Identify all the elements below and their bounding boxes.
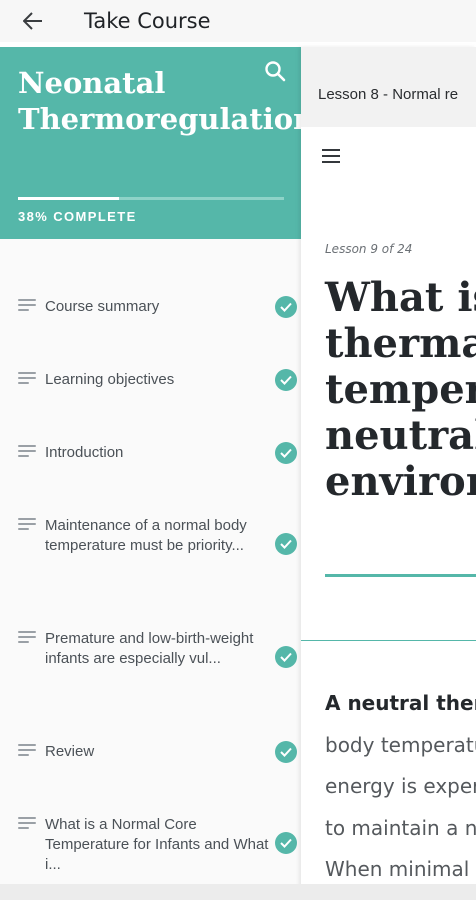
back-arrow-icon[interactable] — [22, 10, 44, 32]
progress-bar-fill — [18, 197, 120, 200]
body-line: to maintain a n — [325, 808, 476, 850]
lesson-counter: Lesson 9 of 24 — [325, 242, 413, 256]
search-icon[interactable] — [264, 60, 286, 82]
lesson-lines-icon — [18, 817, 36, 831]
body-line: body temperatu — [325, 725, 476, 767]
lesson-label: Introduction — [45, 444, 124, 461]
body-text-span: energy is exper — [325, 774, 476, 798]
lesson-heading: What isthermatemperneutralenviron — [325, 275, 476, 505]
page-title: Take Course — [84, 9, 211, 33]
body-text-span: When minimal — [325, 857, 470, 881]
lesson-lines-icon — [18, 299, 36, 313]
body-text-span: body temperatu — [325, 732, 476, 757]
check-circle-icon — [275, 741, 297, 763]
app-bar: Take Course — [0, 0, 476, 42]
hamburger-icon[interactable] — [322, 149, 340, 163]
section-divider — [301, 640, 476, 641]
lesson-lines-icon — [18, 518, 36, 532]
lesson-label: What is a Normal Core Temperature for In… — [45, 816, 269, 873]
heading-line: environ — [325, 458, 476, 505]
course-header: Neonatal Thermoregulation 38% COMPLETE — [0, 47, 301, 239]
lesson-label: Course summary — [45, 298, 160, 315]
bottom-edge — [0, 884, 476, 900]
progress-label: 38% COMPLETE — [18, 209, 137, 224]
lesson-lines-icon — [18, 372, 36, 386]
heading-underline — [325, 574, 476, 577]
check-circle-icon — [275, 442, 297, 464]
check-circle-icon — [275, 832, 297, 854]
heading-line: neutral — [325, 412, 476, 459]
check-circle-icon — [275, 533, 297, 555]
lesson-lines-icon — [18, 631, 36, 645]
previous-lesson-bar[interactable]: Lesson 8 - Normal re — [301, 47, 476, 127]
heading-line: What is — [325, 274, 476, 321]
lesson-lines-icon — [18, 445, 36, 459]
check-circle-icon — [275, 646, 297, 668]
body-strong-text: A neutral ther — [325, 691, 476, 715]
heading-line: temper — [325, 366, 476, 413]
course-title: Neonatal Thermoregulation — [18, 66, 301, 136]
body-line: A neutral ther — [325, 683, 476, 725]
heading-line: therma — [325, 320, 476, 367]
previous-lesson-title: Lesson 8 - Normal re — [318, 86, 459, 103]
lesson-lines-icon — [18, 744, 36, 758]
lesson-label: Learning objectives — [45, 371, 175, 388]
lesson-label: Maintenance of a normal body temperature… — [45, 517, 247, 554]
check-circle-icon — [275, 296, 297, 318]
lesson-body: A neutral ther body temperatu energy is ex… — [325, 683, 476, 891]
course-sidebar: Neonatal Thermoregulation 38% COMPLETE C… — [0, 47, 301, 900]
body-line: energy is exper — [325, 766, 476, 808]
lesson-content: Lesson 8 - Normal re Lesson 9 of 24 What… — [301, 47, 476, 900]
lesson-label: Review — [45, 743, 95, 760]
body-text-span: to maintain a n — [325, 815, 476, 840]
progress-bar — [18, 197, 284, 200]
lesson-label: Premature and low-birth-weight infants a… — [45, 630, 254, 667]
check-circle-icon — [275, 369, 297, 391]
